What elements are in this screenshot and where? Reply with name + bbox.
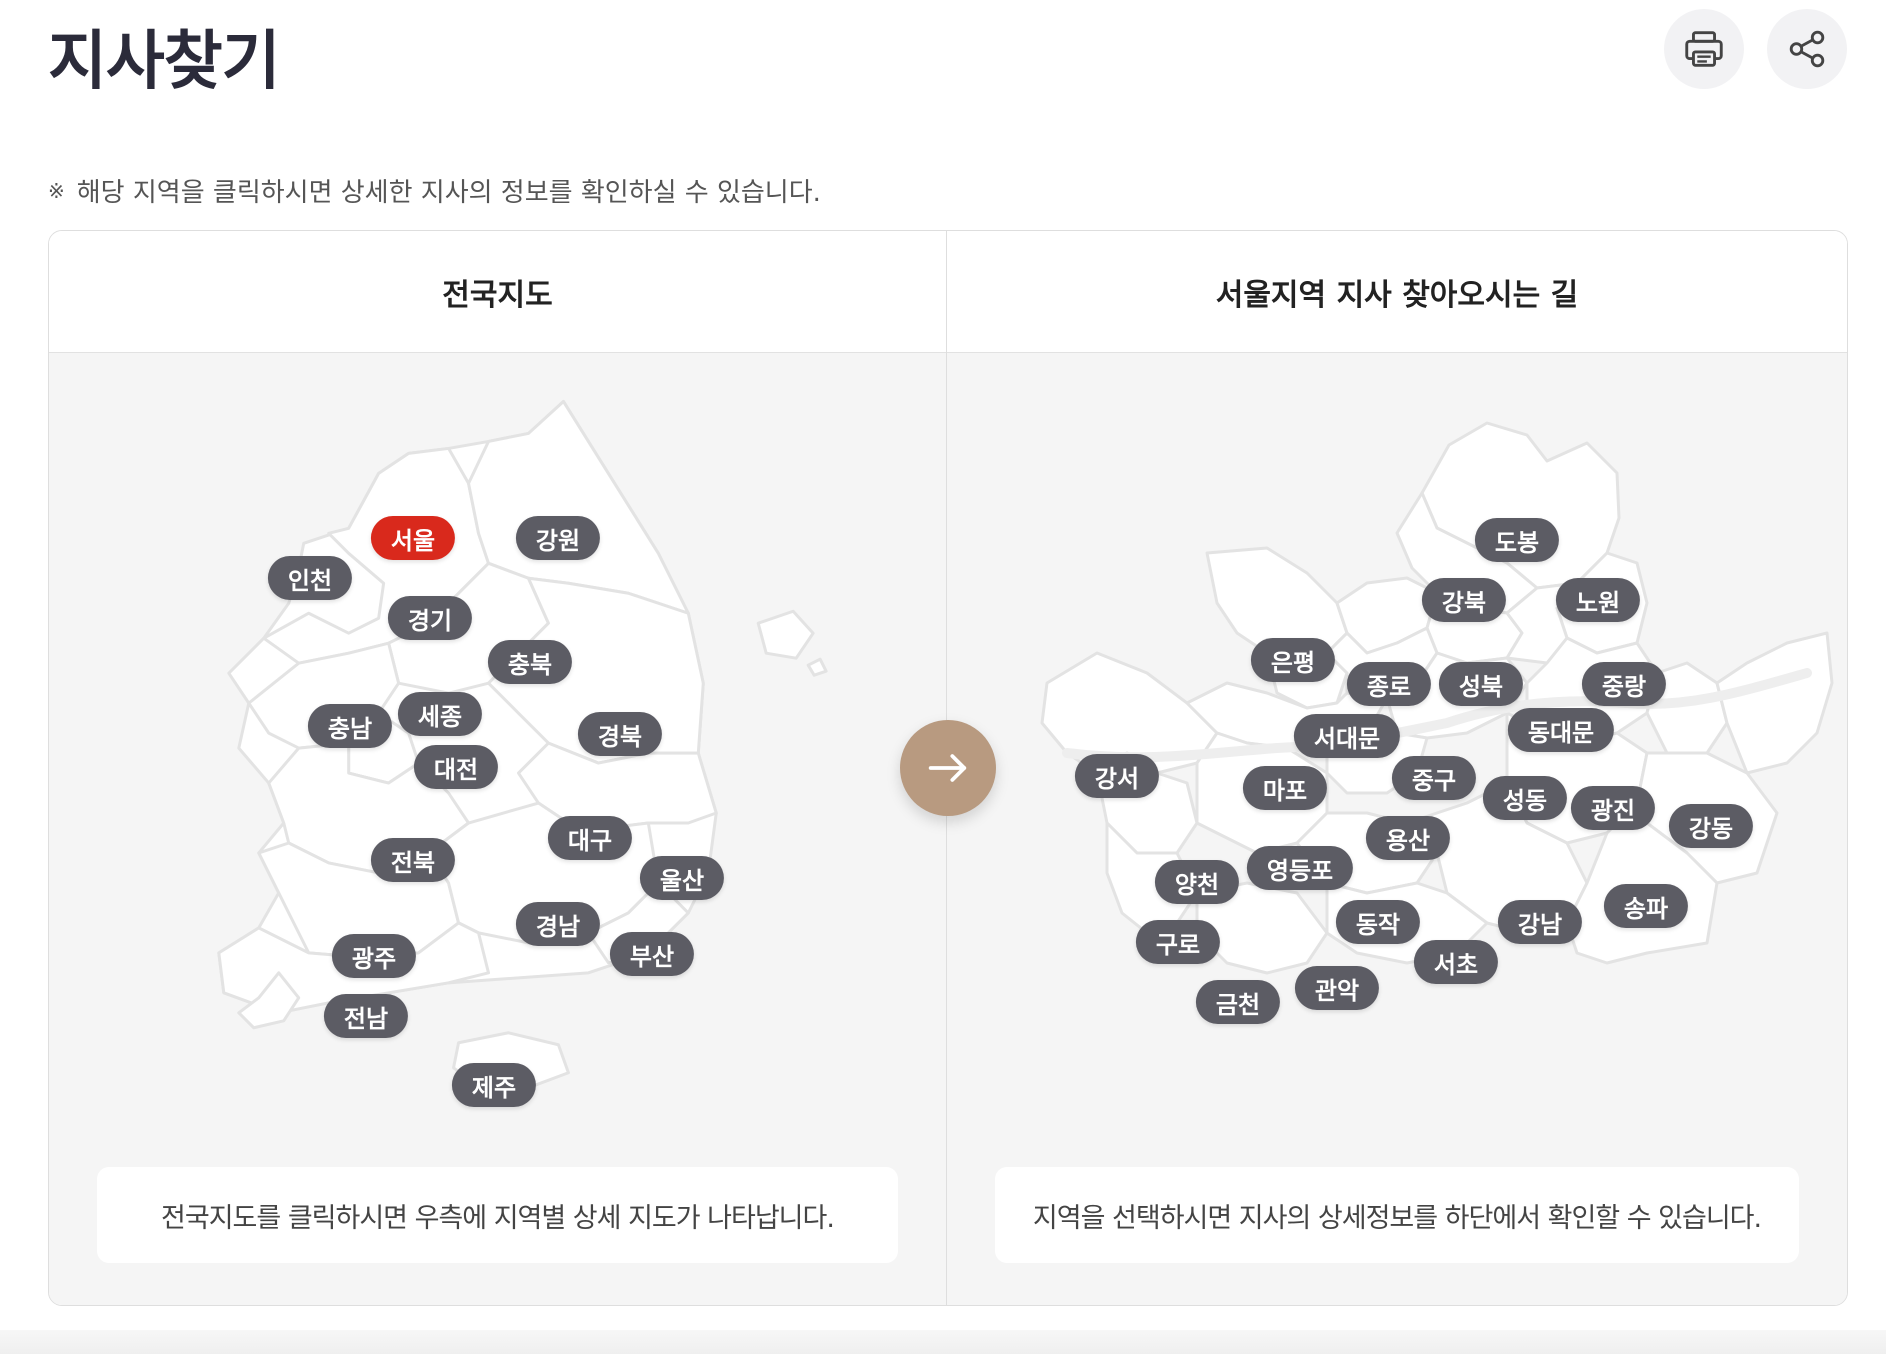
notice-text: 해당 지역을 클릭하시면 상세한 지사의 정보를 확인하실 수 있습니다.: [76, 178, 821, 208]
district-tag-jungnang[interactable]: 중랑: [1581, 662, 1667, 706]
district-tag-yangcheon[interactable]: 양천: [1154, 860, 1240, 904]
district-tag-dongdaemun[interactable]: 동대문: [1507, 708, 1615, 752]
seoul-map-info: 지역을 선택하시면 지사의 상세정보를 하단에서 확인할 수 있습니다.: [995, 1167, 1799, 1263]
region-tag-gyeongnam[interactable]: 경남: [515, 902, 601, 946]
district-tag-dongjak[interactable]: 동작: [1335, 900, 1421, 944]
next-map-button[interactable]: [900, 720, 996, 816]
page-bottom-edge: [0, 1330, 1886, 1354]
district-tag-nowon[interactable]: 노원: [1555, 578, 1641, 622]
region-tag-busan[interactable]: 부산: [609, 932, 695, 976]
share-button[interactable]: [1767, 9, 1847, 89]
national-map-area: [49, 353, 946, 1305]
district-tag-yongsan[interactable]: 용산: [1365, 816, 1451, 860]
district-tag-seongdong[interactable]: 성동: [1482, 776, 1568, 820]
national-map-heading: 전국지도: [49, 231, 946, 353]
notice-mark: ※: [48, 178, 65, 203]
district-tag-songpa[interactable]: 송파: [1603, 884, 1689, 928]
region-tag-gyeongbuk[interactable]: 경북: [577, 712, 663, 756]
share-icon: [1789, 30, 1825, 68]
region-tag-seoul[interactable]: 서울: [370, 516, 456, 560]
region-tag-sejong[interactable]: 세종: [397, 692, 483, 736]
district-tag-yeongdeungpo[interactable]: 영등포: [1246, 846, 1354, 890]
region-tag-daegu[interactable]: 대구: [547, 816, 633, 860]
district-tag-eunpyeong[interactable]: 은평: [1250, 638, 1336, 682]
region-tag-chungbuk[interactable]: 충북: [487, 640, 573, 684]
district-tag-gangnam[interactable]: 강남: [1497, 900, 1583, 944]
region-tag-daejeon[interactable]: 대전: [413, 745, 499, 789]
region-tag-gyeonggi[interactable]: 경기: [387, 596, 473, 640]
notice: ※ 해당 지역을 클릭하시면 상세한 지사의 정보를 확인하실 수 있습니다.: [48, 172, 821, 209]
region-tag-jeonnam[interactable]: 전남: [323, 994, 409, 1038]
region-tag-gwangju[interactable]: 광주: [331, 934, 417, 978]
national-map-column: 전국지도 전국지도를 클릭하시면 우측에 지역별 상세 지도가 나타납니다.: [49, 231, 947, 1305]
region-tag-chungnam[interactable]: 충남: [307, 704, 393, 748]
page-title: 지사찾기: [48, 25, 281, 99]
district-tag-mapo[interactable]: 마포: [1242, 766, 1328, 810]
region-tag-jeju[interactable]: 제주: [451, 1063, 537, 1107]
district-tag-seocho[interactable]: 서초: [1413, 940, 1499, 984]
district-tag-gangseo[interactable]: 강서: [1074, 754, 1160, 798]
seoul-map-heading: 서울지역 지사 찾아오시는 길: [947, 231, 1847, 353]
district-tag-guro[interactable]: 구로: [1135, 920, 1221, 964]
district-tag-gwangjin[interactable]: 광진: [1570, 786, 1656, 830]
district-tag-gangbuk[interactable]: 강북: [1421, 578, 1507, 622]
district-tag-junggu[interactable]: 중구: [1391, 756, 1477, 800]
district-tag-dobong[interactable]: 도봉: [1474, 518, 1560, 562]
district-tag-seodaemun[interactable]: 서대문: [1293, 714, 1401, 758]
district-tag-gangdong[interactable]: 강동: [1668, 804, 1754, 848]
printer-icon: [1685, 31, 1723, 67]
district-tag-gwanak[interactable]: 관악: [1294, 966, 1380, 1010]
region-tag-incheon[interactable]: 인천: [267, 556, 353, 600]
region-tag-ulsan[interactable]: 울산: [639, 856, 725, 900]
district-tag-jongno[interactable]: 종로: [1346, 662, 1432, 706]
print-button[interactable]: [1664, 9, 1744, 89]
national-map-info: 전국지도를 클릭하시면 우측에 지역별 상세 지도가 나타납니다.: [97, 1167, 898, 1263]
district-tag-seongbuk[interactable]: 성북: [1438, 662, 1524, 706]
region-tag-jeonbuk[interactable]: 전북: [370, 838, 456, 882]
district-tag-geumcheon[interactable]: 금천: [1195, 980, 1281, 1024]
korea-map[interactable]: [49, 353, 946, 1305]
region-tag-gangwon[interactable]: 강원: [515, 516, 601, 560]
arrow-right-icon: [928, 754, 967, 782]
